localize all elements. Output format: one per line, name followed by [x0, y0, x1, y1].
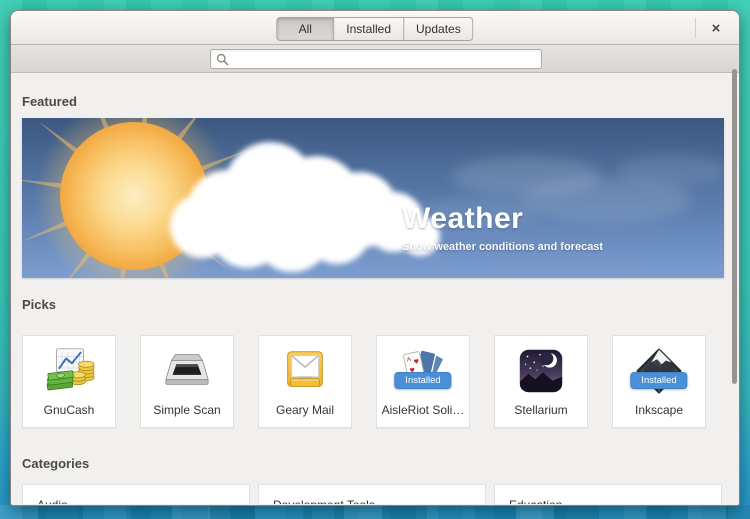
- tab-installed[interactable]: Installed: [334, 17, 404, 41]
- tab-all[interactable]: All: [276, 17, 334, 41]
- desktop: All Installed Updates × Featured: [0, 0, 750, 519]
- inkscape-icon: [632, 344, 686, 398]
- header-separator: [695, 18, 696, 38]
- category-tile-audio[interactable]: Audio: [22, 484, 250, 504]
- installed-badge: Installed: [394, 372, 451, 389]
- vertical-scrollbar[interactable]: [732, 69, 737, 384]
- app-tile-stellarium[interactable]: Stellarium: [494, 335, 588, 428]
- tab-updates[interactable]: Updates: [404, 17, 474, 41]
- weather-banner-art: [22, 118, 724, 278]
- simple-scan-icon: [160, 344, 214, 398]
- category-tile-education[interactable]: Education: [494, 484, 722, 504]
- close-icon[interactable]: ×: [703, 16, 729, 40]
- aisleriot-icon: A ♥ ♥: [396, 344, 450, 398]
- app-tile-label: AisleRiot Soli…: [382, 403, 465, 417]
- featured-heading: Featured: [22, 94, 726, 109]
- gnucash-icon: [42, 344, 96, 398]
- categories-row: Audio Development Tools Education: [22, 484, 726, 504]
- search-box[interactable]: [210, 49, 542, 69]
- categories-heading: Categories: [22, 456, 726, 471]
- app-tile-label: Geary Mail: [276, 403, 334, 417]
- featured-app-summary: Show weather conditions and forecast: [402, 241, 603, 253]
- search-input[interactable]: [233, 51, 541, 67]
- featured-app-name: Weather: [402, 202, 603, 236]
- picks-row: GnuCash Simple Scan: [22, 335, 726, 428]
- category-tile-development-tools[interactable]: Development Tools: [258, 484, 486, 504]
- app-tile-geary-mail[interactable]: Geary Mail: [258, 335, 352, 428]
- app-tile-label: GnuCash: [44, 403, 95, 417]
- app-tile-label: Stellarium: [514, 403, 567, 417]
- software-window: All Installed Updates × Featured: [10, 10, 740, 506]
- installed-badge: Installed: [630, 372, 687, 389]
- search-toolbar: [11, 45, 739, 73]
- view-switcher: All Installed Updates: [276, 17, 473, 41]
- app-tile-gnucash[interactable]: GnuCash: [22, 335, 116, 428]
- app-tile-simple-scan[interactable]: Simple Scan: [140, 335, 234, 428]
- search-icon: [216, 53, 229, 66]
- geary-mail-icon: [278, 344, 332, 398]
- picks-heading: Picks: [22, 297, 726, 312]
- app-tile-aisleriot[interactable]: A ♥ ♥ Installed AisleRiot Soli…: [376, 335, 470, 428]
- wallpaper-mosaic: [0, 505, 750, 519]
- featured-app-info: Weather Show weather conditions and fore…: [402, 202, 603, 253]
- stellarium-icon: [514, 344, 568, 398]
- app-tile-label: Inkscape: [635, 403, 683, 417]
- app-tile-label: Simple Scan: [153, 403, 220, 417]
- main-content: Featured: [12, 73, 738, 504]
- featured-banner-weather[interactable]: Weather Show weather conditions and fore…: [22, 118, 724, 278]
- app-tile-inkscape[interactable]: Installed Inkscape: [612, 335, 706, 428]
- headerbar: All Installed Updates ×: [11, 11, 739, 45]
